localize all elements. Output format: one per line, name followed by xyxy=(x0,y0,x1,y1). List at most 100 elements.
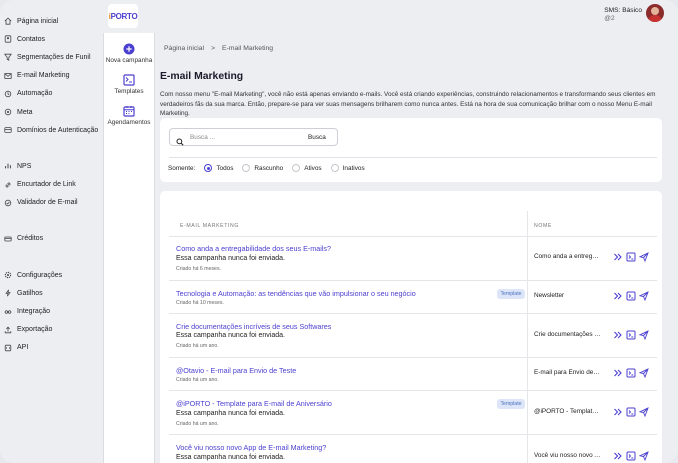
schedules-label: Agendamentos xyxy=(107,119,151,126)
calendar-icon xyxy=(123,105,135,117)
sidebar-item-domains[interactable]: Domínios de Autenticação xyxy=(0,121,103,139)
campaign-title-link[interactable]: Crie documentações incríveis de seus Sof… xyxy=(176,322,331,331)
campaign-status: Essa campanha nunca foi enviada. xyxy=(176,454,285,461)
row-separator xyxy=(169,280,657,281)
sidebar-item-credits[interactable]: Créditos xyxy=(0,230,103,248)
radio[interactable] xyxy=(330,164,339,172)
open-icon[interactable] xyxy=(613,368,623,378)
sidebar-item-nps[interactable]: NPS xyxy=(0,157,103,175)
sidebar-item-email-validator[interactable]: Validador de E-mail xyxy=(0,194,103,212)
filter-option-label: Inativos xyxy=(342,164,365,172)
new-campaign-label: Nova campanha xyxy=(105,57,153,64)
sidebar-item-meta[interactable]: Meta xyxy=(0,103,103,121)
campaign-title-link[interactable]: Tecnologia e Automação: as tendências qu… xyxy=(176,289,416,298)
duplicate-icon[interactable] xyxy=(626,368,636,378)
templates-button[interactable]: Templates xyxy=(104,74,154,95)
mail-icon xyxy=(4,72,12,80)
send-icon[interactable] xyxy=(639,252,649,262)
duplicate-icon[interactable] xyxy=(626,407,636,417)
plan-info[interactable]: SMS: Básico @2 xyxy=(604,7,642,23)
sidebar-item-settings[interactable]: Configurações xyxy=(0,266,103,284)
campaign-name: Você viu nosso novo A... xyxy=(534,452,601,459)
sidebar-item-label: Contatos xyxy=(17,35,46,43)
column-header-name: Nome xyxy=(534,223,552,229)
sidebar-item-label: E-mail Marketing xyxy=(17,72,70,80)
plus-circle-icon xyxy=(123,43,135,55)
filter-option-label: Ativos xyxy=(304,164,322,172)
search-button[interactable]: Busca xyxy=(308,134,326,141)
sidebar-item-api[interactable]: API xyxy=(0,339,103,357)
sidebar-item-label: Exportação xyxy=(17,326,53,334)
sidebar-item-email-marketing[interactable]: E-mail Marketing xyxy=(0,67,103,85)
campaign-created: Criado há 10 meses. xyxy=(176,300,224,306)
sidebar-item-label: Gatilhos xyxy=(17,289,43,297)
sidebar-item-label: Segmentações de Funil xyxy=(17,53,91,61)
campaign-title-link[interactable]: Você viu nosso novo App de E-mail Market… xyxy=(176,443,326,452)
send-icon[interactable] xyxy=(639,368,649,378)
sidebar-item-link-shortener[interactable]: Encurtador de Link xyxy=(0,176,103,194)
open-icon[interactable] xyxy=(613,407,623,417)
open-icon[interactable] xyxy=(613,291,623,301)
sidebar-item-funnel[interactable]: Segmentações de Funil xyxy=(0,48,103,66)
nps-icon xyxy=(4,162,12,170)
campaign-title-link[interactable]: @Otavio - E-mail para Envio de Teste xyxy=(176,366,296,375)
campaign-name: @iPORTO - Template ... xyxy=(534,408,601,415)
schedules-button[interactable]: Agendamentos xyxy=(104,105,154,126)
duplicate-icon[interactable] xyxy=(626,291,636,301)
open-icon[interactable] xyxy=(613,330,623,340)
campaign-title-link[interactable]: Como anda a entregabilidade dos seus E-m… xyxy=(176,244,331,253)
search-divider xyxy=(169,157,657,158)
validator-icon xyxy=(4,199,12,207)
search-input[interactable] xyxy=(190,133,308,141)
sidebar-item-triggers[interactable]: Gatilhos xyxy=(0,284,103,302)
radio[interactable] xyxy=(292,164,301,172)
campaign-title-link[interactable]: @iPORTO - Template para E-mail de Aniver… xyxy=(176,399,332,408)
send-icon[interactable] xyxy=(639,407,649,417)
sidebar-item-home[interactable]: Página inicial xyxy=(0,12,103,30)
credits-icon xyxy=(4,235,12,243)
filter-all[interactable]: Todos xyxy=(204,164,233,172)
link-icon xyxy=(4,181,12,189)
row-actions xyxy=(613,451,649,461)
page-description: Com nosso menu "E-mail Marketing", você … xyxy=(160,91,656,117)
app-frame: Página inicial Contatos Segmentações de … xyxy=(0,0,678,463)
sidebar-item-contacts[interactable]: Contatos xyxy=(0,30,103,48)
filter-label: Somente: xyxy=(168,164,196,172)
sidebar-item-export[interactable]: Exportação xyxy=(0,321,103,339)
gear-icon xyxy=(4,271,12,279)
breadcrumb-current: E-mail Marketing xyxy=(222,45,274,52)
filter-option-label: Todos xyxy=(216,164,234,172)
radio-selected[interactable] xyxy=(204,164,213,172)
avatar[interactable] xyxy=(646,4,664,22)
sidebar-item-automation[interactable]: Automação xyxy=(0,85,103,103)
brand-logo[interactable]: iPORTO xyxy=(108,4,138,28)
sidebar-item-integration[interactable]: Integração xyxy=(0,302,103,320)
trigger-icon xyxy=(4,289,12,297)
api-icon xyxy=(4,344,12,352)
open-icon[interactable] xyxy=(613,252,623,262)
breadcrumb-home[interactable]: Página inicial xyxy=(164,45,204,52)
sidebar-item-label: Encurtador de Link xyxy=(17,181,76,189)
open-icon[interactable] xyxy=(613,451,623,461)
send-icon[interactable] xyxy=(639,330,649,340)
filter-active[interactable]: Ativos xyxy=(292,164,322,172)
new-campaign-button[interactable]: Nova campanha xyxy=(104,43,154,64)
duplicate-icon[interactable] xyxy=(626,330,636,340)
row-actions xyxy=(613,252,649,262)
sidebar-item-label: Integração xyxy=(17,308,51,316)
campaign-name: E-mail para Envio de T... xyxy=(534,369,601,376)
campaign-status: Essa campanha nunca foi enviada. xyxy=(176,255,285,262)
status-filter: Somente: Todos Rascunho Ativos Inativos xyxy=(168,164,365,172)
duplicate-icon[interactable] xyxy=(626,252,636,262)
filter-inactive[interactable]: Inativos xyxy=(330,164,365,172)
radio[interactable] xyxy=(242,164,251,172)
row-separator xyxy=(169,390,657,391)
integration-icon xyxy=(4,308,12,316)
filter-draft[interactable]: Rascunho xyxy=(242,164,283,172)
template-badge: Template xyxy=(497,289,525,299)
duplicate-icon[interactable] xyxy=(626,451,636,461)
funnel-icon xyxy=(4,53,12,62)
send-icon[interactable] xyxy=(639,291,649,301)
sidebar: Página inicial Contatos Segmentações de … xyxy=(0,0,103,463)
send-icon[interactable] xyxy=(639,451,649,461)
